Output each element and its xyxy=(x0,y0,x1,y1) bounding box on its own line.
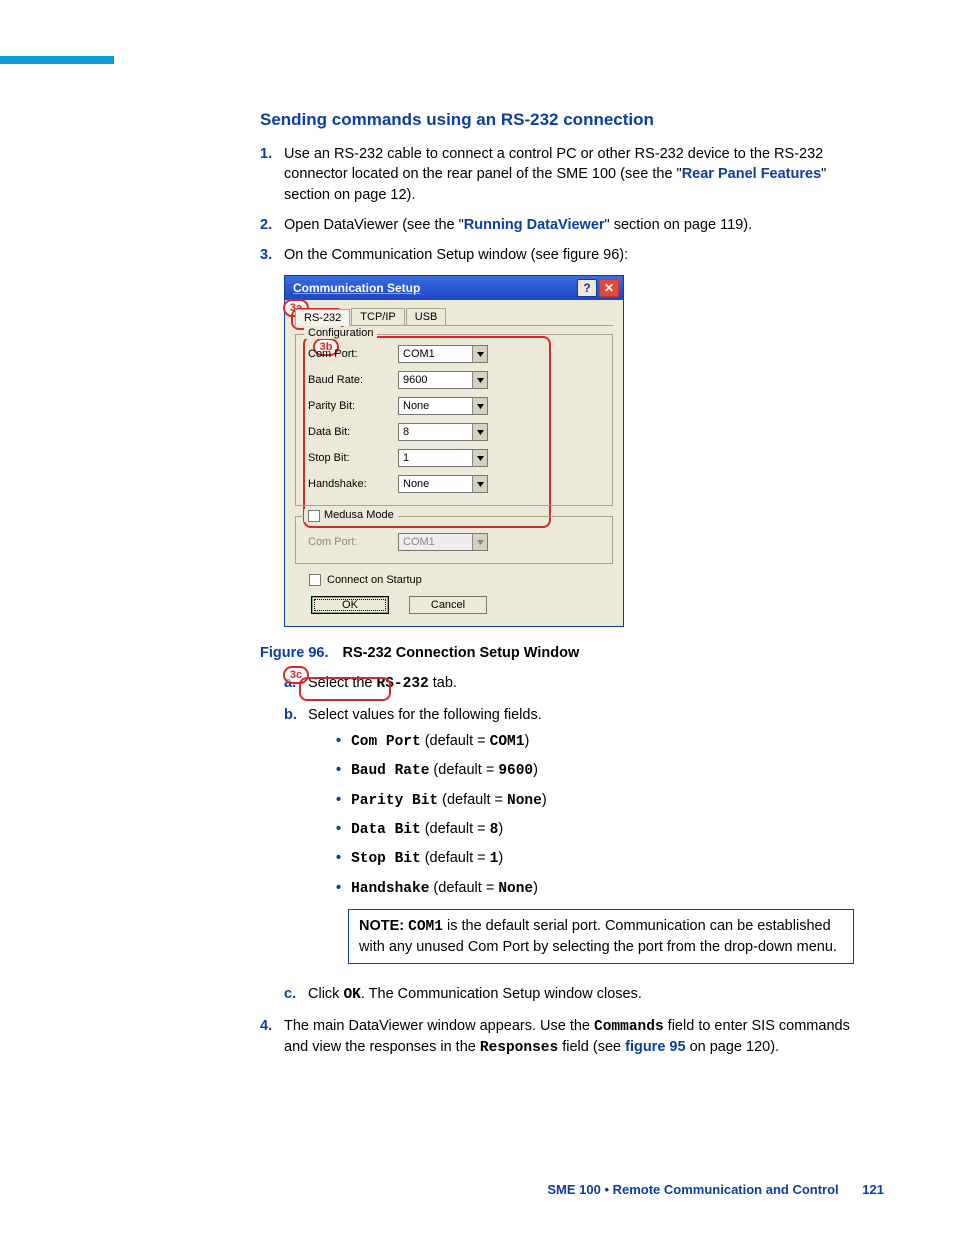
step2-post: " section on page 119). xyxy=(605,217,753,233)
step-1: 1. Use an RS-232 cable to connect a cont… xyxy=(260,144,854,205)
section-heading: Sending commands using an RS-232 connect… xyxy=(260,110,854,130)
bullet-parity: Parity Bit (default = None) xyxy=(336,790,854,811)
chevron-down-icon xyxy=(472,424,487,440)
configuration-legend: Configuration xyxy=(304,327,377,339)
comport-label: Com Port: xyxy=(308,348,398,360)
chevron-down-icon xyxy=(472,476,487,492)
substep-number: b. xyxy=(284,705,308,975)
bullet-comport: Com Port (default = COM1) xyxy=(336,731,854,752)
tab-tcpip[interactable]: TCP/IP xyxy=(351,308,404,325)
bullet-handshake: Handshake (default = None) xyxy=(336,878,854,899)
step-2: 2. Open DataViewer (see the "Running Dat… xyxy=(260,215,854,235)
chevron-down-icon xyxy=(472,450,487,466)
page-number: 121 xyxy=(862,1182,884,1197)
connect-startup-label: Connect on Startup xyxy=(327,574,422,586)
footer-text: SME 100 • Remote Communication and Contr… xyxy=(547,1182,838,1197)
title-bar: Communication Setup ? ✕ xyxy=(285,276,623,300)
help-icon[interactable]: ? xyxy=(577,279,597,297)
stopbit-select[interactable]: 1 xyxy=(398,449,488,467)
figure-number: Figure 96. xyxy=(260,645,329,661)
chevron-down-icon xyxy=(472,372,487,388)
medusa-comport-select: COM1 xyxy=(398,533,488,551)
connect-startup-row: Connect on Startup xyxy=(309,574,613,586)
handshake-select[interactable]: None xyxy=(398,475,488,493)
tab-rs232[interactable]: RS-232 xyxy=(295,309,350,326)
cancel-button[interactable]: Cancel xyxy=(409,596,487,614)
bullet-databit: Data Bit (default = 8) xyxy=(336,819,854,840)
handshake-label: Handshake: xyxy=(308,478,398,490)
step-number: 2. xyxy=(260,215,284,235)
baudrate-select[interactable]: 9600 xyxy=(398,371,488,389)
page-footer: SME 100 • Remote Communication and Contr… xyxy=(547,1182,884,1197)
medusa-group: Medusa Mode Com Port:COM1 xyxy=(295,516,613,564)
bullet-baudrate: Baud Rate (default = 9600) xyxy=(336,760,854,781)
step-number: 3. xyxy=(260,245,284,265)
running-dataviewer-link[interactable]: Running DataViewer xyxy=(464,217,605,233)
substep-a: a. Select the RS-232 tab. xyxy=(284,673,854,694)
figure-caption: Figure 96. RS-232 Connection Setup Windo… xyxy=(260,645,854,661)
chevron-down-icon xyxy=(472,346,487,362)
stopbit-label: Stop Bit: xyxy=(308,452,398,464)
substep-c: c. Click OK. The Communication Setup win… xyxy=(284,984,854,1005)
databit-label: Data Bit: xyxy=(308,426,398,438)
communication-setup-dialog: 3a 3b 3c Communication Setup ? ✕ RS-232 … xyxy=(284,275,624,627)
step-4: 4. The main DataViewer window appears. U… xyxy=(260,1016,854,1059)
connect-startup-checkbox[interactable] xyxy=(309,574,321,586)
substep-number: c. xyxy=(284,984,308,1005)
medusa-legend: Medusa Mode xyxy=(304,509,398,521)
medusa-checkbox[interactable] xyxy=(308,510,320,522)
step-number: 1. xyxy=(260,144,284,205)
bullet-stopbit: Stop Bit (default = 1) xyxy=(336,848,854,869)
note-box: NOTE: COM1 is the default serial port. C… xyxy=(348,909,854,965)
configuration-group: Configuration Com Port:COM1 Baud Rate:96… xyxy=(295,334,613,506)
close-icon[interactable]: ✕ xyxy=(599,279,619,297)
substep-number: a. xyxy=(284,673,308,694)
figure-95-link[interactable]: figure 95 xyxy=(625,1039,685,1055)
step-number: 4. xyxy=(260,1016,284,1059)
medusa-comport-label: Com Port: xyxy=(308,536,398,548)
ok-button[interactable]: OK xyxy=(311,596,389,614)
parity-select[interactable]: None xyxy=(398,397,488,415)
note-label: NOTE: xyxy=(359,918,404,934)
figure-title: RS-232 Connection Setup Window xyxy=(343,645,580,661)
substep-b: b. Select values for the following field… xyxy=(284,705,854,975)
dialog-title: Communication Setup xyxy=(289,281,575,295)
tab-usb[interactable]: USB xyxy=(406,308,447,325)
databit-select[interactable]: 8 xyxy=(398,423,488,441)
step-3: 3. On the Communication Setup window (se… xyxy=(260,245,854,265)
parity-label: Parity Bit: xyxy=(308,400,398,412)
step2-pre: Open DataViewer (see the " xyxy=(284,217,464,233)
tab-strip: RS-232 TCP/IP USB xyxy=(295,308,613,326)
rear-panel-features-link[interactable]: Rear Panel Features xyxy=(682,166,821,182)
comport-select[interactable]: COM1 xyxy=(398,345,488,363)
baudrate-label: Baud Rate: xyxy=(308,374,398,386)
chevron-down-icon xyxy=(472,534,487,550)
step3-text: On the Communication Setup window (see f… xyxy=(284,245,854,265)
chevron-down-icon xyxy=(472,398,487,414)
header-accent-bar xyxy=(0,56,114,64)
